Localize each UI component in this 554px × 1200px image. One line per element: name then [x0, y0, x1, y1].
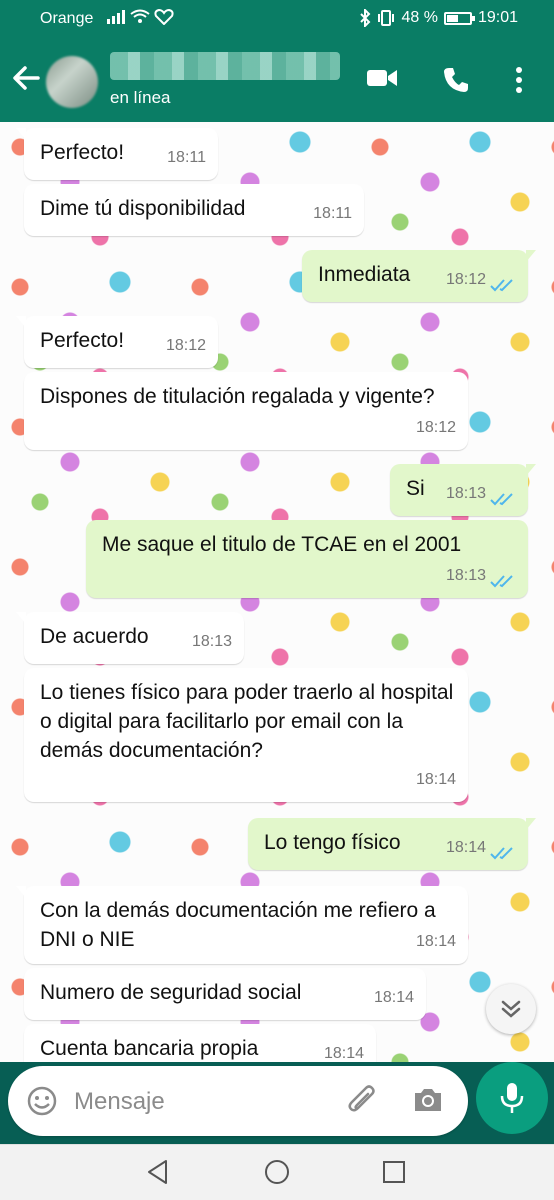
message-outgoing[interactable]: Inmediata 18:12 — [302, 250, 536, 302]
battery-fill — [446, 14, 458, 22]
message-incoming[interactable]: Numero de seguridad social 18:14 — [24, 968, 426, 1020]
carrier-label: Orange — [40, 10, 94, 27]
microphone-icon — [500, 1083, 524, 1113]
bluetooth-icon — [360, 9, 371, 27]
read-ticks-icon — [490, 847, 513, 860]
message-time: 18:12 — [165, 337, 206, 354]
message-text: Con la demás documentación me refiero a … — [40, 899, 436, 951]
avatar[interactable] — [46, 56, 98, 108]
attach-icon[interactable] — [346, 1084, 380, 1118]
back-arrow-icon[interactable] — [10, 62, 42, 94]
signal-icon — [107, 10, 125, 24]
read-ticks-icon — [490, 279, 513, 292]
nav-recents-icon[interactable] — [382, 1160, 406, 1184]
battery-percent: 48 % — [401, 9, 438, 26]
message-text: Lo tengo físico — [264, 831, 401, 854]
health-heart-icon — [154, 9, 174, 25]
nav-back-icon[interactable] — [146, 1159, 170, 1185]
message-input-placeholder[interactable]: Mensaje — [74, 1088, 165, 1116]
status-icons-left — [106, 9, 174, 25]
voice-message-button[interactable] — [476, 1062, 548, 1134]
message-time: 18:14 — [323, 1045, 364, 1062]
battery-icon — [443, 11, 475, 25]
message-time: 18:12 — [445, 271, 486, 288]
message-time: 18:12 — [415, 419, 456, 436]
message-input-box[interactable]: Mensaje — [8, 1066, 468, 1136]
message-incoming[interactable]: Perfecto! 18:12 — [16, 316, 218, 368]
message-text: De acuerdo — [40, 625, 149, 648]
read-ticks-icon — [490, 575, 513, 588]
status-icons-right: 48 % 19:01 — [359, 9, 518, 27]
message-text: Cuenta bancaria propia — [40, 1037, 259, 1060]
camera-icon[interactable] — [412, 1086, 444, 1114]
message-text: Si — [406, 477, 425, 500]
message-time: 18:11 — [313, 205, 352, 222]
message-time: 18:14 — [415, 771, 456, 788]
message-incoming[interactable]: Dime tú disponibilidad 18:11 — [24, 184, 364, 236]
message-text: Numero de seguridad social — [40, 981, 302, 1004]
message-time: 18:14 — [445, 839, 486, 856]
message-incoming[interactable]: De acuerdo 18:13 — [16, 612, 244, 664]
phone-icon[interactable] — [442, 66, 470, 94]
message-time: 18:13 — [445, 485, 486, 502]
message-outgoing[interactable]: Me saque el titulo de TCAE en el 2001 18… — [86, 520, 528, 598]
message-text: Dime tú disponibilidad — [40, 197, 246, 220]
nav-home-icon[interactable] — [264, 1159, 290, 1185]
read-ticks-icon — [490, 493, 513, 506]
message-time: 18:14 — [373, 989, 414, 1006]
scroll-to-bottom-button[interactable] — [486, 984, 536, 1034]
system-nav-bar — [0, 1144, 554, 1200]
double-chevron-down-icon — [501, 1000, 521, 1018]
message-outgoing[interactable]: Si 18:13 — [390, 464, 536, 516]
compose-bar: Mensaje — [0, 1062, 554, 1146]
message-incoming[interactable]: Perfecto! 18:11 — [16, 128, 218, 180]
contact-name-redacted[interactable] — [110, 52, 340, 80]
message-text: Dispones de titulación regalada y vigent… — [40, 385, 435, 408]
message-time: 18:14 — [415, 933, 456, 950]
message-text: Perfecto! — [40, 141, 125, 164]
clock: 19:01 — [477, 9, 518, 26]
message-text: Me saque el titulo de TCAE en el 2001 — [102, 533, 462, 556]
status-bar: Orange 48 % 19:01 — [0, 0, 554, 38]
message-text: Inmediata — [318, 263, 411, 286]
contact-status: en línea — [110, 88, 171, 107]
chat-messages-area[interactable]: Perfecto! 18:11 Dime tú disponibilidad 1… — [0, 122, 554, 1062]
message-time: 18:13 — [445, 567, 486, 584]
chat-header: en línea — [0, 38, 554, 122]
message-incoming[interactable]: Cuenta bancaria propia 18:14 — [24, 1024, 376, 1062]
vibrate-icon — [378, 10, 395, 26]
message-text: Lo tienes físico para poder traerlo al h… — [40, 681, 454, 762]
message-incoming[interactable]: Dispones de titulación regalada y vigent… — [24, 372, 468, 450]
wifi-icon — [130, 9, 150, 23]
message-incoming[interactable]: Con la demás documentación me refiero a … — [16, 886, 468, 964]
message-text: Perfecto! — [40, 329, 125, 352]
message-outgoing[interactable]: Lo tengo físico 18:14 — [248, 818, 536, 870]
message-time: 18:13 — [191, 633, 232, 650]
video-call-icon[interactable] — [366, 66, 398, 90]
emoji-icon[interactable] — [26, 1085, 58, 1117]
more-vert-icon[interactable] — [514, 66, 524, 94]
message-incoming[interactable]: Lo tienes físico para poder traerlo al h… — [24, 668, 468, 802]
message-time: 18:11 — [167, 149, 206, 166]
